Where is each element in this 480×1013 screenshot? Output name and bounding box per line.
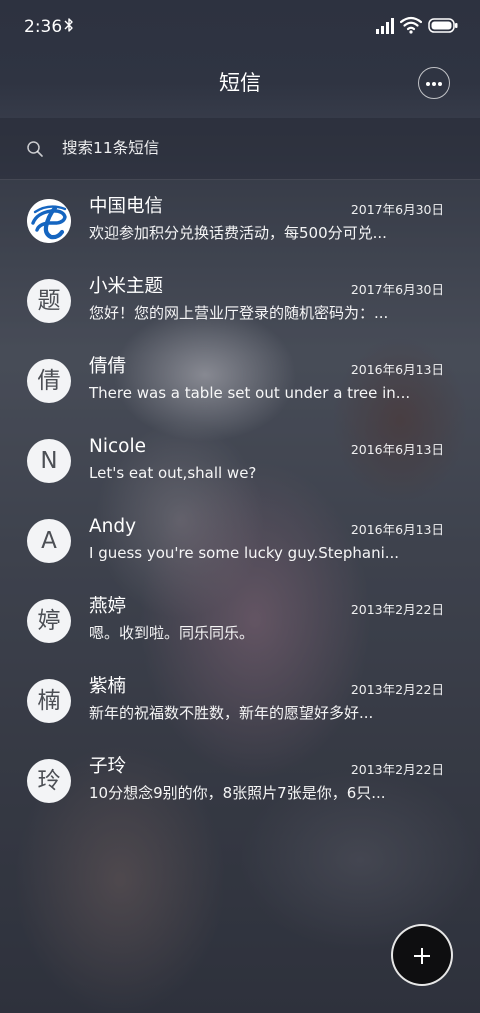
contact-avatar: 倩 [27,359,71,403]
conversation-preview: 嗯。收到啦。同乐同乐。 [89,624,255,642]
contact-avatar: N [27,439,71,483]
conversation-item[interactable]: 倩 倩倩 2016年6月13日 There was a table set ou… [0,340,480,420]
search-icon [27,141,43,157]
top-bar: 2:36 短信 [0,0,480,118]
contact-avatar: A [27,519,71,563]
more-icon [426,82,430,86]
conversation-preview: Let's eat out,shall we? [89,464,257,482]
search-bar[interactable]: 搜索11条短信 [0,118,480,180]
conversation-date: 2016年6月13日 [350,442,444,457]
contact-avatar: 楠 [27,679,71,723]
conversation-preview: I guess you're some lucky guy.Stephani..… [89,544,400,562]
conversation-name: 小米主题 [89,276,164,297]
conversation-date: 2013年2月22日 [350,682,444,697]
conversation-date: 2013年2月22日 [350,762,444,777]
conversation-preview: 您好！您的网上营业厅登录的随机密码为：... [89,304,389,322]
conversation-name: 紫楠 [89,676,127,697]
conversation-item[interactable]: A Andy 2016年6月13日 I guess you're some lu… [0,500,480,580]
wifi-icon [400,16,422,34]
conversation-preview: 10分想念9别的你，8张照片7张是你，6只... [89,784,386,802]
conversation-date: 2016年6月13日 [350,522,444,537]
conversation-name: Nicole [89,436,146,457]
status-time: 2:36 [24,17,63,37]
conversation-item[interactable]: 玲 子玲 2013年2月22日 10分想念9别的你，8张照片7张是你，6只... [0,740,480,820]
page-title: 短信 [219,71,261,95]
contact-avatar: 题 [27,279,71,323]
conversation-preview: 欢迎参加积分兑换话费活动，每500分可兑... [89,224,387,242]
conversation-preview: 新年的祝福数不胜数，新年的愿望好多好... [89,704,374,722]
china-telecom-logo-icon [27,199,71,243]
search-input[interactable]: 搜索11条短信 [62,138,159,158]
conversation-item[interactable]: 楠 紫楠 2013年2月22日 新年的祝福数不胜数，新年的愿望好多好... [0,660,480,740]
conversation-name: 倩倩 [89,356,127,377]
battery-icon [428,18,458,33]
conversation-name: 子玲 [89,756,127,777]
conversation-date: 2017年6月30日 [350,282,444,297]
conversation-date: 2017年6月30日 [350,202,444,217]
contact-avatar: 玲 [27,759,71,803]
status-bar: 2:36 [0,0,480,52]
conversation-date: 2016年6月13日 [350,362,444,377]
more-options-button[interactable] [418,67,450,99]
conversation-name: 燕婷 [89,596,127,617]
compose-message-button[interactable] [391,924,453,986]
conversation-name: Andy [89,516,137,537]
bluetooth-icon [64,18,73,32]
conversation-item[interactable]: 婷 燕婷 2013年2月22日 嗯。收到啦。同乐同乐。 [0,580,480,660]
conversation-name: 中国电信 [89,196,164,217]
conversation-item[interactable]: 中国电信 2017年6月30日 欢迎参加积分兑换话费活动，每500分可兑... [0,180,480,260]
conversation-preview: There was a table set out under a tree i… [89,384,409,402]
conversation-date: 2013年2月22日 [350,602,444,617]
conversation-item[interactable]: N Nicole 2016年6月13日 Let's eat out,shall … [0,420,480,500]
signal-icon [376,18,394,34]
contact-avatar: 婷 [27,599,71,643]
conversation-item[interactable]: 题 小米主题 2017年6月30日 您好！您的网上营业厅登录的随机密码为：... [0,260,480,340]
